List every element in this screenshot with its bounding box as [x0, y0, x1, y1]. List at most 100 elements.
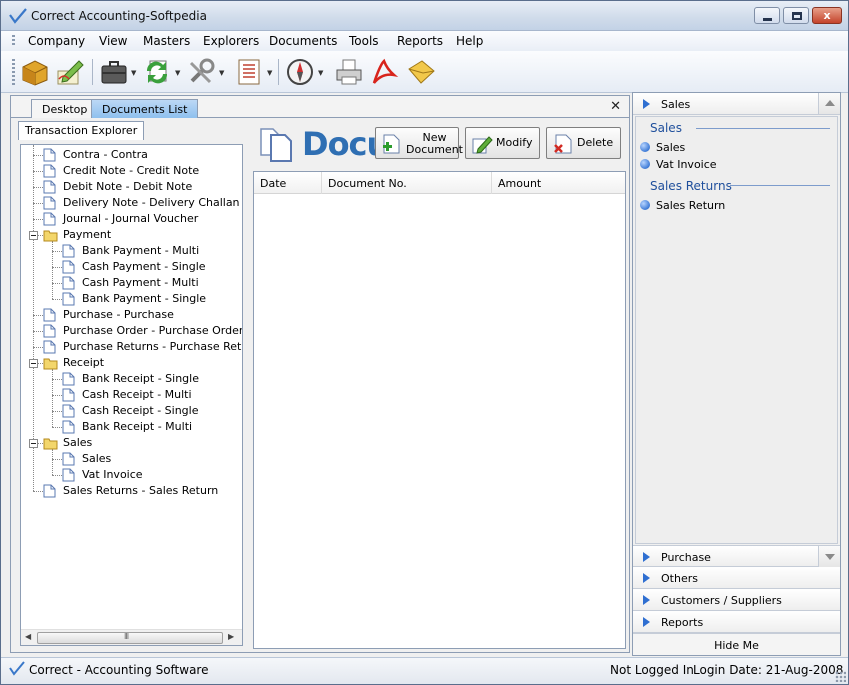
- menu-view[interactable]: View: [99, 34, 127, 48]
- pdf-icon[interactable]: [370, 57, 400, 87]
- status-bar: Correct - Accounting Software Not Logged…: [1, 657, 848, 684]
- menu-explorers[interactable]: Explorers: [203, 34, 259, 48]
- tree-connector: [33, 315, 43, 316]
- tree-connector: [33, 203, 43, 204]
- document-icon: [62, 276, 75, 290]
- new-document-button[interactable]: New Document: [375, 127, 463, 159]
- menu-company[interactable]: Company: [28, 34, 85, 48]
- folder-icon: [43, 230, 58, 242]
- tools-icon[interactable]: [186, 57, 216, 87]
- expand-arrow-icon: [643, 595, 650, 605]
- document-icon: [43, 324, 56, 338]
- sidebar-header-purchase[interactable]: Purchase: [633, 545, 840, 567]
- tree-item-label: Receipt: [63, 356, 105, 369]
- briefcase-icon[interactable]: [99, 57, 129, 87]
- tree-connector: [33, 219, 43, 220]
- close-window-button[interactable]: x: [812, 7, 842, 24]
- modify-button[interactable]: Modify: [465, 127, 540, 159]
- app-window: Correct Accounting-Softpedia x Company V…: [0, 0, 849, 685]
- minimize-button[interactable]: [754, 7, 780, 24]
- documents-icon: [260, 128, 292, 162]
- document-icon: [62, 260, 75, 274]
- list-icon[interactable]: [234, 57, 264, 87]
- documents-panel: Desktop Documents List ✕ Transaction Exp…: [10, 95, 630, 653]
- bullet-icon: [640, 142, 650, 152]
- refresh-icon[interactable]: [142, 57, 172, 87]
- toolbar-separator: [92, 59, 93, 85]
- column-date[interactable]: Date: [254, 172, 322, 194]
- collapse-toggle-icon[interactable]: [29, 231, 38, 240]
- tab-desktop[interactable]: Desktop: [31, 99, 99, 118]
- package-icon[interactable]: [20, 57, 50, 87]
- document-icon: [62, 388, 75, 402]
- scroll-thumb[interactable]: III: [37, 632, 223, 644]
- printer-icon[interactable]: [334, 57, 364, 87]
- tab-documents-list[interactable]: Documents List: [91, 99, 199, 118]
- scroll-down-icon[interactable]: [818, 546, 840, 567]
- delete-button[interactable]: Delete: [546, 127, 621, 159]
- tree-item-label: Cash Payment - Single: [82, 260, 206, 273]
- title-bar[interactable]: Correct Accounting-Softpedia x: [1, 1, 848, 31]
- menu-documents[interactable]: Documents: [269, 34, 337, 48]
- tree-item-label: Bank Payment - Multi: [82, 244, 200, 257]
- tree-item-label: Bank Payment - Single: [82, 292, 207, 305]
- tree-item-label: Vat Invoice: [82, 468, 143, 481]
- document-icon: [62, 372, 75, 386]
- collapse-toggle-icon[interactable]: [29, 359, 38, 368]
- close-icon: x: [823, 9, 831, 22]
- document-icon: [43, 148, 56, 162]
- tab-transaction-explorer[interactable]: Transaction Explorer: [18, 121, 145, 140]
- document-icon: [43, 196, 56, 210]
- column-amount[interactable]: Amount: [492, 172, 624, 194]
- list-dropdown-icon[interactable]: ▼: [267, 69, 272, 77]
- scroll-up-icon[interactable]: [818, 93, 840, 114]
- maximize-button[interactable]: [783, 7, 809, 24]
- refresh-dropdown-icon[interactable]: ▼: [175, 69, 180, 77]
- close-tab-icon[interactable]: ✕: [610, 99, 621, 114]
- group-divider: [696, 128, 830, 129]
- collapse-toggle-icon[interactable]: [29, 439, 38, 448]
- sidebar-header-reports[interactable]: Reports: [633, 611, 840, 633]
- documents-title: Documents: [302, 125, 382, 163]
- sidebar-header-customers-suppliers[interactable]: Customers / Suppliers: [633, 589, 840, 611]
- menu-grip-icon[interactable]: [12, 35, 15, 47]
- new-document-label-line2: Document: [406, 143, 463, 156]
- tree-connector: [52, 283, 62, 284]
- tree-horizontal-scrollbar[interactable]: ◀ III ▶: [21, 629, 242, 645]
- toolbar-grip-icon[interactable]: [12, 59, 15, 85]
- sidebar-sales-body: Sales Sales Vat Invoice Sales Returns Sa…: [635, 116, 838, 544]
- menu-tools[interactable]: Tools: [349, 34, 379, 48]
- status-login-state: Not Logged In: [610, 663, 694, 677]
- compass-icon[interactable]: [285, 57, 315, 87]
- compass-dropdown-icon[interactable]: ▼: [318, 69, 323, 77]
- menu-help[interactable]: Help: [456, 34, 483, 48]
- folder-icon: [43, 438, 58, 450]
- tools-dropdown-icon[interactable]: ▼: [219, 69, 224, 77]
- tree-item-label: Cash Receipt - Multi: [82, 388, 192, 401]
- email-icon[interactable]: [406, 57, 436, 87]
- scroll-right-icon[interactable]: ▶: [228, 632, 234, 641]
- sidebar-header-sales[interactable]: Sales: [633, 93, 840, 115]
- group-title-sales-returns: Sales Returns: [650, 179, 732, 193]
- tree-item-label: Contra - Contra: [63, 148, 148, 161]
- menu-masters[interactable]: Masters: [143, 34, 190, 48]
- column-document-no[interactable]: Document No.: [322, 172, 492, 194]
- document-icon: [43, 180, 56, 194]
- resize-grip-icon[interactable]: [835, 671, 846, 682]
- briefcase-dropdown-icon[interactable]: ▼: [131, 69, 136, 77]
- bullet-icon: [640, 159, 650, 169]
- hide-me-button[interactable]: Hide Me: [633, 633, 840, 655]
- document-icon: [62, 452, 75, 466]
- menu-reports[interactable]: Reports: [397, 34, 443, 48]
- delete-label: Delete: [577, 136, 614, 149]
- documents-grid[interactable]: Date Document No. Amount: [253, 171, 626, 649]
- delete-icon: [554, 134, 572, 154]
- expand-arrow-icon: [643, 99, 650, 109]
- tree-connector: [52, 427, 62, 428]
- tree-connector: [52, 241, 53, 299]
- sidebar-header-others[interactable]: Others: [633, 567, 840, 589]
- navigation-sidebar: Sales Sales Sales Vat Invoice Sales Retu…: [632, 92, 841, 656]
- edit-icon[interactable]: [55, 57, 85, 87]
- scroll-left-icon[interactable]: ◀: [25, 632, 31, 641]
- tree-item-label: Cash Payment - Multi: [82, 276, 199, 289]
